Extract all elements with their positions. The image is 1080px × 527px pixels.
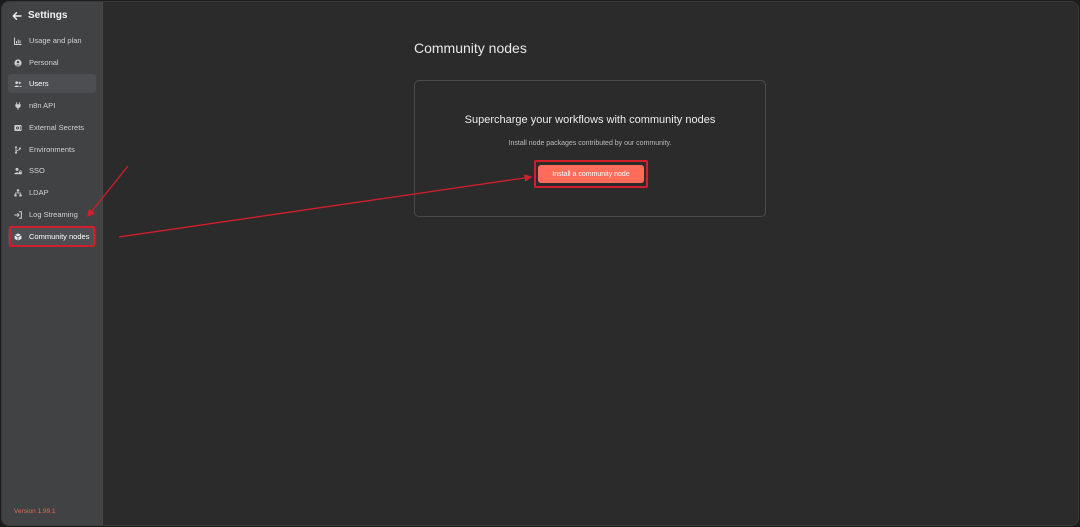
sidebar-item-n8n-api[interactable]: n8n API [8,96,96,115]
sidebar-item-label: LDAP [29,188,49,197]
sidebar-item-external-secrets[interactable]: External Secrets [8,118,96,137]
sidebar-item-label: Users [29,79,49,88]
sidebar-item-label: Environments [29,145,75,154]
sidebar-item-label: Log Streaming [29,210,78,219]
version-label: Version 1.99.1 [14,508,56,515]
sidebar-item-label: SSO [29,166,45,175]
sidebar-item-sso[interactable]: SSO [8,161,96,180]
main-content: Community nodes Supercharge your workflo… [103,2,1078,525]
sidebar-item-label: External Secrets [29,123,85,132]
sidebar-item-environments[interactable]: Environments [8,140,96,159]
back-to-app-button[interactable]: Settings [12,10,67,21]
arrow-left-icon [12,11,22,20]
install-community-node-button[interactable]: Install a community node [538,165,644,183]
user-lock-icon [14,167,22,175]
sidebar-item-usage-and-plan[interactable]: Usage and plan [8,31,96,50]
branch-icon [14,145,22,154]
community-nodes-empty-state-card: Supercharge your workflows with communit… [414,80,766,217]
sidebar-item-users[interactable]: Users [8,74,96,93]
card-heading: Supercharge your workflows with communit… [464,114,716,126]
sidebar-item-log-streaming[interactable]: Log Streaming [8,205,96,224]
vault-icon [14,124,22,132]
users-icon [14,80,22,88]
page-title: Community nodes [414,40,527,56]
sidebar-title: Settings [28,10,68,21]
card-description: Install node packages contributed by our… [508,140,672,147]
sidebar-item-personal[interactable]: Personal [8,53,96,72]
sidebar-item-label: Community nodes [29,232,90,241]
sidebar-item-label: Usage and plan [29,36,82,45]
user-circle-icon [14,58,22,67]
settings-sidebar: Settings Usage and plan Personal Users n… [2,2,103,525]
sidebar-item-label: Personal [29,58,59,67]
sign-in-icon [14,210,22,219]
cube-icon [14,232,22,241]
network-icon [14,188,22,197]
sidebar-item-label: n8n API [29,101,56,110]
settings-window: Settings Usage and plan Personal Users n… [1,1,1079,526]
sidebar-item-ldap[interactable]: LDAP [8,183,96,202]
sidebar-item-community-nodes[interactable]: Community nodes [8,227,96,246]
chart-icon [14,37,22,45]
plug-icon [14,101,22,110]
